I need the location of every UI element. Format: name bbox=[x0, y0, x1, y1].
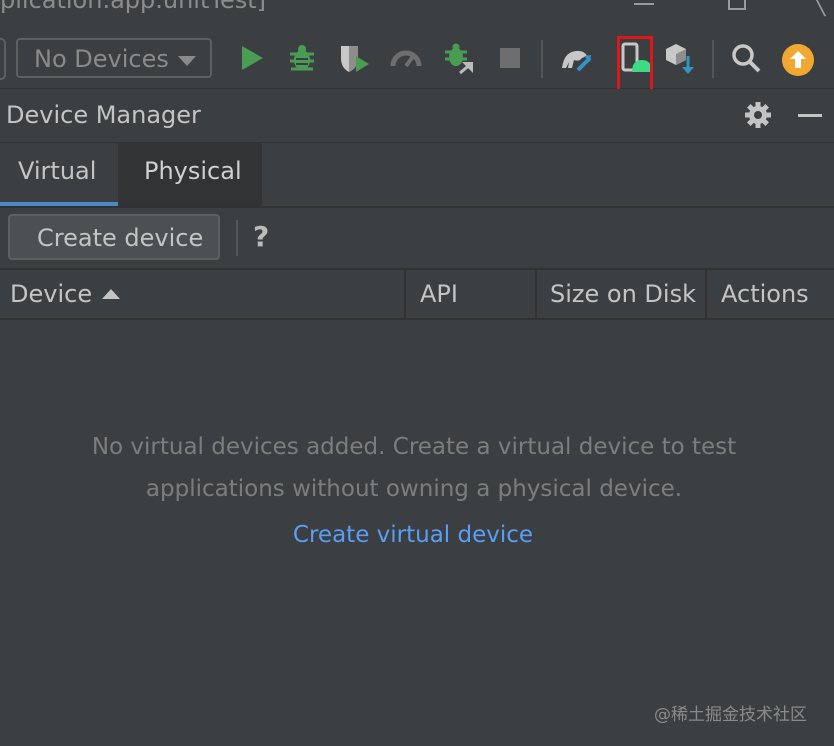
column-header-label: Size on Disk bbox=[550, 280, 696, 308]
device-selector[interactable]: No Devices bbox=[16, 38, 212, 78]
coverage-icon[interactable] bbox=[338, 42, 370, 74]
arrow-up-icon bbox=[790, 51, 806, 68]
restore-window-button[interactable] bbox=[728, 0, 746, 10]
toolbar-separator bbox=[541, 40, 543, 78]
device-manager-header: Device Manager bbox=[0, 89, 834, 144]
run-icon[interactable] bbox=[236, 42, 268, 74]
tab-physical[interactable]: Physical bbox=[118, 143, 262, 206]
create-virtual-device-link[interactable]: Create virtual device bbox=[0, 522, 826, 548]
sdk-manager-icon[interactable] bbox=[664, 42, 696, 74]
gear-icon[interactable] bbox=[744, 101, 772, 129]
column-header-actions[interactable]: Actions bbox=[705, 270, 834, 318]
column-header-label: API bbox=[420, 280, 458, 308]
tab-label: Virtual bbox=[18, 157, 97, 185]
profile-icon[interactable] bbox=[390, 42, 422, 74]
stop-icon[interactable] bbox=[494, 42, 526, 74]
window-title: plication.app.unitTest] bbox=[0, 0, 267, 14]
help-icon[interactable]: ? bbox=[253, 220, 269, 253]
gradle-sync-icon[interactable] bbox=[560, 42, 592, 74]
device-actions-bar: Create device ? bbox=[0, 208, 834, 270]
tab-virtual[interactable]: Virtual bbox=[0, 143, 118, 206]
column-header-size-on-disk[interactable]: Size on Disk bbox=[535, 270, 705, 318]
close-window-button[interactable]: ╲ bbox=[812, 0, 825, 17]
create-device-button[interactable]: Create device bbox=[8, 214, 220, 260]
column-header-device[interactable]: Device bbox=[0, 270, 404, 318]
config-selector-stub[interactable] bbox=[0, 38, 6, 80]
update-button[interactable] bbox=[782, 44, 814, 76]
sort-ascending-icon bbox=[102, 289, 120, 299]
column-header-label: Actions bbox=[721, 280, 809, 308]
tab-label: Physical bbox=[144, 157, 242, 185]
toolbar-separator bbox=[712, 40, 714, 78]
main-toolbar: No Devices bbox=[0, 28, 834, 89]
empty-state-message-line2: applications without owning a physical d… bbox=[145, 476, 683, 502]
tab-strip: Virtual Physical bbox=[0, 143, 834, 208]
device-table-body: No virtual devices added. Create a virtu… bbox=[0, 320, 834, 746]
column-header-label: Device bbox=[10, 280, 93, 308]
device-table-header: Device API Size on Disk Actions bbox=[0, 270, 834, 320]
search-icon[interactable] bbox=[730, 42, 762, 74]
hide-panel-button[interactable] bbox=[798, 114, 822, 117]
debug-icon[interactable] bbox=[286, 42, 318, 74]
chevron-down-icon bbox=[178, 56, 196, 66]
attach-debugger-icon[interactable] bbox=[442, 42, 474, 74]
title-bar: plication.app.unitTest] ╲ bbox=[0, 0, 834, 28]
create-device-label: Create device bbox=[37, 224, 204, 252]
device-selector-value: No Devices bbox=[34, 45, 169, 73]
panel-title: Device Manager bbox=[6, 101, 201, 129]
action-separator bbox=[236, 220, 238, 256]
watermark: @稀土掘金技术社区 bbox=[654, 705, 807, 725]
column-header-api[interactable]: API bbox=[404, 270, 535, 318]
empty-state-message-line1: No virtual devices added. Create a virtu… bbox=[91, 434, 737, 460]
minimize-window-button[interactable] bbox=[634, 3, 654, 5]
